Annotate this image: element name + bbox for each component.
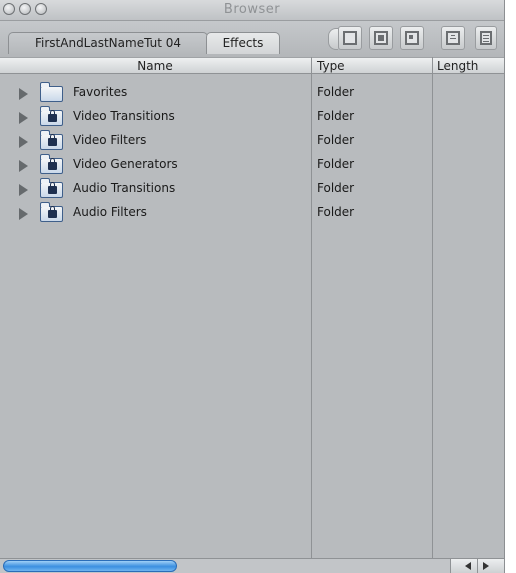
browser-list[interactable]: Favorites Folder Video Transitions Folde… <box>0 74 504 558</box>
scroll-left-arrow-icon[interactable] <box>465 562 471 570</box>
view-list-icon-button[interactable] <box>475 26 497 50</box>
window-title: Browser <box>223 2 281 17</box>
column-header-length[interactable]: Length <box>437 58 504 74</box>
item-type: Folder <box>317 205 355 219</box>
locked-folder-icon <box>40 154 63 174</box>
locked-folder-icon <box>40 202 63 222</box>
tab-strip: FirstAndLastNameTut 04 Effects <box>0 21 504 57</box>
divider <box>477 559 478 573</box>
list-item[interactable]: Video Generators Folder <box>0 153 504 177</box>
lock-icon <box>48 206 57 218</box>
tab-project[interactable]: FirstAndLastNameTut 04 <box>8 32 208 54</box>
title-bar[interactable]: Browser <box>0 0 504 21</box>
scroll-thumb[interactable] <box>3 560 177 572</box>
disclosure-triangle-icon[interactable] <box>19 184 28 196</box>
item-name: Video Generators <box>73 157 178 171</box>
scroll-arrows <box>450 559 504 573</box>
locked-folder-icon <box>40 106 63 126</box>
lock-icon <box>48 158 57 170</box>
lock-icon <box>48 182 57 194</box>
column-divider <box>311 57 312 558</box>
lock-icon <box>48 134 57 146</box>
view-small-icon <box>405 31 419 45</box>
view-large-icon-button[interactable] <box>338 26 362 50</box>
column-header-name[interactable]: Name <box>0 58 310 74</box>
folder-icon <box>40 82 63 102</box>
item-name: Favorites <box>73 85 128 99</box>
tab-effects[interactable]: Effects <box>206 32 280 54</box>
column-divider <box>432 57 433 558</box>
disclosure-triangle-icon[interactable] <box>19 160 28 172</box>
disclosure-triangle-icon[interactable] <box>19 112 28 124</box>
item-type: Folder <box>317 133 355 147</box>
disclosure-triangle-icon[interactable] <box>19 88 28 100</box>
item-type: Folder <box>317 181 355 195</box>
view-buttons-cap <box>328 28 338 50</box>
list-item[interactable]: Audio Transitions Folder <box>0 177 504 201</box>
column-header: Name Type Length <box>0 57 504 74</box>
view-text-icon <box>446 31 460 45</box>
list-item[interactable]: Video Transitions Folder <box>0 105 504 129</box>
browser-window: Browser FirstAndLastNameTut 04 Effects N… <box>0 0 505 573</box>
view-medium-icon <box>374 31 388 45</box>
scroll-right-arrow-icon[interactable] <box>483 562 489 570</box>
item-name: Audio Filters <box>73 205 147 219</box>
view-small-icon-button[interactable] <box>400 26 424 50</box>
item-type: Folder <box>317 85 355 99</box>
view-list-icon <box>480 31 492 45</box>
item-name: Video Transitions <box>73 109 175 123</box>
list-item[interactable]: Video Filters Folder <box>0 129 504 153</box>
list-item[interactable]: Audio Filters Folder <box>0 201 504 225</box>
view-medium-icon-button[interactable] <box>369 26 393 50</box>
lock-icon <box>48 110 57 122</box>
item-type: Folder <box>317 157 355 171</box>
locked-folder-icon <box>40 130 63 150</box>
view-large-icon <box>343 31 357 45</box>
locked-folder-icon <box>40 178 63 198</box>
list-item[interactable]: Favorites Folder <box>0 81 504 105</box>
item-name: Video Filters <box>73 133 147 147</box>
column-header-type[interactable]: Type <box>317 58 427 74</box>
view-text-icon-button[interactable] <box>441 26 465 50</box>
horizontal-scrollbar[interactable] <box>0 558 504 573</box>
item-type: Folder <box>317 109 355 123</box>
disclosure-triangle-icon[interactable] <box>19 208 28 220</box>
disclosure-triangle-icon[interactable] <box>19 136 28 148</box>
item-name: Audio Transitions <box>73 181 176 195</box>
